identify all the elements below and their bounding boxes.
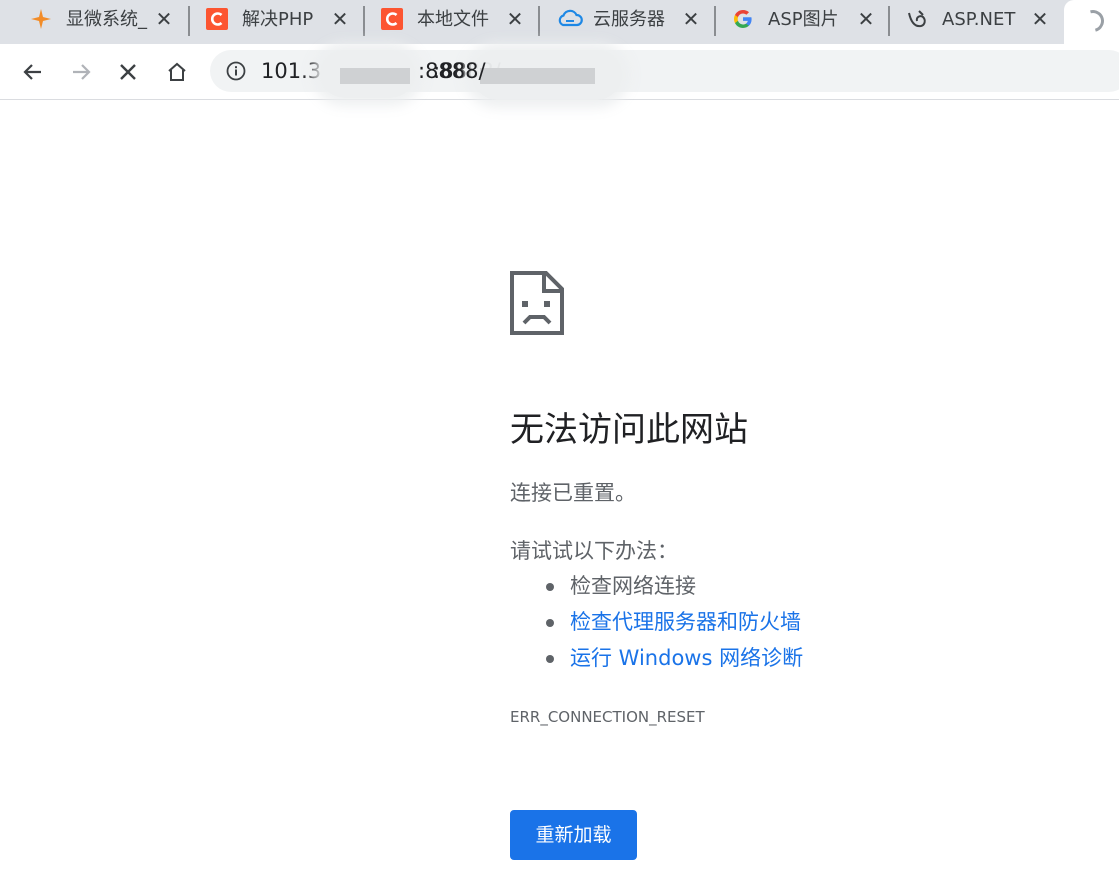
suggestion-check-proxy-link[interactable]: 检查代理服务器和防火墙 [570,610,801,634]
close-icon[interactable]: ✕ [681,9,701,29]
redaction-blocks [480,68,595,84]
tab-title: ASP.NET [942,9,1016,30]
redaction-blocks [340,68,410,84]
browser-toolbar: 101.3:8888/ :8888/ [0,44,1119,100]
list-item: 运行 Windows 网络诊断 [540,642,803,678]
close-icon[interactable]: ✕ [856,9,876,29]
star-icon [30,8,52,30]
dojo-icon [906,8,928,30]
reload-button[interactable]: 重新加载 [510,810,637,860]
sad-page-icon [510,271,564,335]
info-icon[interactable] [226,61,246,81]
tab-separator [538,6,540,36]
tab-local-file[interactable]: 本地文件 ✕ [381,0,531,44]
address-bar[interactable]: 101.3:8888/ :8888/ [210,50,1119,100]
tab-php[interactable]: 解决PHP ✕ [206,0,356,44]
suggestions-title: 请试试以下办法： [510,539,678,563]
tab-aspnet[interactable]: ASP.NET ✕ [906,0,1056,44]
tab-title: 云服务器 [593,9,665,30]
bullet-icon [546,655,554,663]
tab-cloud-server[interactable]: 云服务器 ✕ [557,0,707,44]
tab-separator [714,6,716,36]
list-item: 检查网络连接 [540,570,803,606]
tab-separator [188,6,190,36]
cloud-icon [557,8,583,30]
google-g-icon [732,8,754,30]
url-host-prefix: 101.3 [261,59,322,83]
error-heading: 无法访问此网站 [510,410,748,450]
csdn-c-icon [381,8,403,30]
back-button[interactable] [17,56,49,88]
csdn-c-icon [206,8,228,30]
tab-separator [363,6,365,36]
tab-title: 本地文件 [417,9,489,30]
tab-strip: 显微系统_ ✕ 解决PHP ✕ 本地文件 ✕ 云服务器 ✕ ASP图片 ✕ AS… [0,0,1119,44]
url-port: :8888/ [418,59,486,83]
bullet-icon [546,583,554,591]
suggestions-list: 检查网络连接 检查代理服务器和防火墙 运行 Windows 网络诊断 [540,570,803,678]
bullet-icon [546,619,554,627]
home-button[interactable] [161,56,193,88]
home-icon [168,62,186,81]
tab-xianwei[interactable]: 显微系统_ ✕ [30,0,180,44]
arrow-left-icon [23,64,41,80]
suggestion-check-network: 检查网络连接 [570,574,696,598]
close-icon[interactable]: ✕ [1030,9,1050,29]
error-code: ERR_CONNECTION_RESET [510,708,705,726]
error-summary: 连接已重置。 [510,481,636,505]
forward-button[interactable] [65,56,97,88]
close-icon [120,64,136,80]
tab-title: 解决PHP [242,9,314,30]
close-icon[interactable]: ✕ [154,9,174,29]
suggestion-network-diagnostics-link[interactable]: 运行 Windows 网络诊断 [570,646,803,670]
arrow-right-icon [73,64,91,80]
close-icon[interactable]: ✕ [505,9,525,29]
stop-loading-button[interactable] [112,56,144,88]
tab-title: ASP图片 [768,9,839,30]
tab-separator [888,6,890,36]
close-icon[interactable]: ✕ [330,9,350,29]
tab-title: 显微系统_ [66,9,147,30]
list-item: 检查代理服务器和防火墙 [540,606,803,642]
tab-asp-image[interactable]: ASP图片 ✕ [732,0,882,44]
